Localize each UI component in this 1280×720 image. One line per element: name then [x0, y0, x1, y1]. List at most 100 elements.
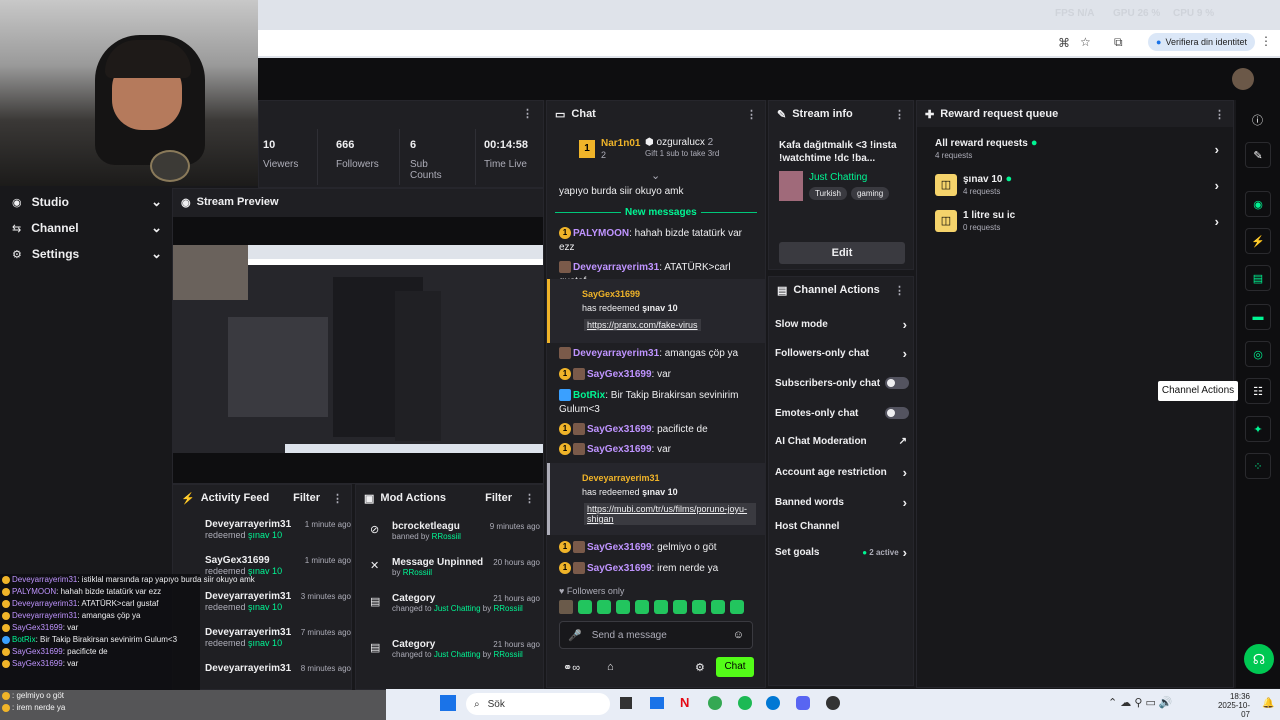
left-sidebar: ◉ Studio ⌄ ⇆ Channel ⌄ ⚙ Settings ⌄: [0, 186, 172, 566]
sidebar-item-channel[interactable]: ⇆ Channel ⌄: [12, 218, 162, 238]
chat-message: 1 SayGex31699: var: [559, 443, 759, 457]
channel-actions-icon[interactable]: ☷: [1245, 378, 1271, 404]
all-reward-requests[interactable]: All reward requests ● 4 requests ›: [935, 137, 1219, 161]
edge-icon[interactable]: [766, 696, 780, 710]
channel-actions-panel: ▤ Channel Actions ⋮ Slow mode › Followers-o…: [768, 276, 914, 686]
windows-start-icon[interactable]: [440, 695, 456, 711]
set-goals-item[interactable]: Set goals ● 2 active ›: [775, 545, 907, 560]
extensions-icon[interactable]: ⧉: [1114, 35, 1123, 50]
chat-input[interactable]: 🎤 Send a message ☺: [559, 621, 753, 649]
address-bar[interactable]: [258, 30, 1280, 56]
chat-overlay: Deveyarrayerim31: istiklal marsında rap …: [0, 574, 255, 690]
activity-menu-icon[interactable]: ⋮: [332, 492, 343, 505]
stream-info-panel: ✎ Stream info ⋮ Kafa dağıtmalık <3 !insta …: [768, 100, 914, 270]
slow-mode-item[interactable]: Slow mode ›: [775, 317, 907, 332]
banned-words-item[interactable]: Banned words ›: [775, 495, 907, 510]
emote-bar[interactable]: [559, 600, 744, 614]
mod-actions-panel: ▣ Mod Actions Filter ⋮ ⊘ bcrocketleagu 9 minu…: [355, 484, 544, 690]
stats-menu-icon[interactable]: ⋮: [522, 107, 533, 120]
chat-link[interactable]: https://mubi.com/tr/us/films/poruno-joyu…: [584, 503, 756, 525]
stat-subs: 6 Sub Counts: [410, 139, 442, 181]
store-icon[interactable]: ⌂: [607, 661, 614, 673]
obs-icon[interactable]: [826, 696, 840, 710]
category-icon: ▤: [370, 596, 381, 608]
star-icon[interactable]: ☆: [1080, 35, 1091, 49]
mod-menu-icon[interactable]: ⋮: [524, 492, 535, 505]
actions-icon: ▤: [777, 284, 788, 297]
sidebar-item-studio[interactable]: ◉ Studio ⌄: [12, 192, 162, 212]
gear-icon[interactable]: ⚙: [695, 661, 705, 674]
gear-icon: ⚙: [12, 248, 22, 261]
task-view-icon[interactable]: [620, 697, 632, 709]
mic-icon[interactable]: 🎤: [568, 629, 582, 642]
activity-filter-button[interactable]: Filter: [293, 492, 320, 504]
category-thumbnail: [779, 171, 803, 201]
subscribers-only-item[interactable]: Subscribers-only chat: [775, 377, 909, 389]
reward-icon: ✚: [925, 108, 935, 121]
channel-actions-menu-icon[interactable]: ⋮: [894, 284, 905, 297]
chat-message: 1 SayGex31699: gelmiyo o göt: [559, 541, 759, 555]
ai-moderation-item[interactable]: AI Chat Moderation ↗: [775, 436, 907, 447]
chevron-down-icon: ⌄: [151, 246, 162, 261]
mod-filter-button[interactable]: Filter: [485, 492, 512, 504]
nodes-icon[interactable]: ⁘: [1245, 453, 1271, 479]
reward-item[interactable]: ◫ 1 litre su ic 0 requests ›: [935, 209, 1219, 233]
chat-send-button[interactable]: Chat: [716, 657, 754, 677]
explorer-icon[interactable]: [650, 697, 664, 709]
subscribers-only-toggle[interactable]: [885, 377, 909, 389]
reward-menu-icon[interactable]: ⋮: [1214, 108, 1225, 121]
link-icon[interactable]: ⚭∞: [563, 661, 580, 674]
chrome-icon[interactable]: [708, 696, 722, 710]
list-item: Deveyarrayerim31 1 minute ago redeemed şın…: [205, 519, 351, 540]
clipboard-icon[interactable]: ▤: [1245, 265, 1271, 291]
sidebar-item-settings[interactable]: ⚙ Settings ⌄: [12, 244, 162, 264]
chat-menu-icon[interactable]: ⋮: [746, 108, 757, 121]
notification-icon[interactable]: 🔔: [1262, 698, 1274, 709]
record-icon[interactable]: ◉: [1245, 191, 1271, 217]
stats-panel: ⋮ 10 Viewers 666 Followers 6 Sub Counts 00:…: [258, 100, 544, 188]
leaderboard-first: 1 Nar1n01 2: [579, 137, 640, 161]
tray-icons[interactable]: ⌃ ☁ ⚲ ▭ 🔊: [1108, 696, 1173, 709]
video-player[interactable]: [173, 217, 543, 483]
clock[interactable]: 18:36 2025-10-07: [1210, 692, 1250, 719]
list-item: Deveyarrayerim31 8 minutes ago: [205, 663, 351, 674]
wrench-icon[interactable]: ✦: [1245, 416, 1271, 442]
discord-icon[interactable]: [796, 696, 810, 710]
list-item: SayGex31699 1 minute ago redeemed şınav 10: [205, 555, 351, 576]
activity-icon: ⚡: [181, 492, 195, 505]
verify-identity-button[interactable]: ● Verifiera din identitet: [1148, 33, 1255, 51]
collapse-icon[interactable]: ⌄: [651, 169, 660, 182]
gpu-readout: GPU 26 %: [1113, 8, 1161, 19]
headset-icon[interactable]: ☊: [1244, 644, 1274, 674]
bolt-icon[interactable]: ⚡: [1245, 228, 1271, 254]
chat-message: Deveyarrayerim31: amangas çöp ya: [559, 347, 759, 361]
chat-overlay-faded: : gelmiyo o göt : irem nerde ya: [0, 690, 386, 720]
chat-link[interactable]: https://pranx.com/fake-virus: [584, 319, 701, 331]
chat-message: 1 PALYMOON: hahah bizde tatatürk var ezz: [559, 227, 742, 253]
chat-message: 1 SayGex31699: var: [559, 368, 759, 382]
netflix-icon[interactable]: N: [680, 695, 689, 710]
edit-button[interactable]: Edit: [779, 242, 905, 264]
browser-menu-icon[interactable]: ⋮: [1260, 34, 1272, 48]
taskbar-search[interactable]: ⌕ Sök: [466, 693, 610, 715]
host-channel-item[interactable]: Host Channel: [775, 521, 839, 532]
translate-icon[interactable]: ⌘: [1058, 36, 1070, 50]
info-icon[interactable]: ⓘ: [1252, 112, 1263, 128]
followers-only-item[interactable]: Followers-only chat ›: [775, 346, 907, 361]
stream-info-menu-icon[interactable]: ⋮: [894, 108, 905, 121]
unpin-icon: ✕: [370, 560, 380, 572]
edit-icon[interactable]: ✎: [1245, 142, 1271, 168]
emotes-only-item[interactable]: Emotes-only chat: [775, 407, 909, 419]
emoji-icon[interactable]: ☺: [733, 629, 744, 641]
broadcast-icon[interactable]: ◎: [1245, 341, 1271, 367]
reward-item[interactable]: ◫ şınav 10 ● 4 requests ›: [935, 173, 1219, 197]
spotify-icon[interactable]: [738, 696, 752, 710]
avatar[interactable]: [1232, 68, 1254, 90]
preview-icon: ◉: [181, 196, 191, 209]
chevron-down-icon: ⌄: [151, 220, 162, 235]
chat-bubble-icon[interactable]: ▬: [1245, 304, 1271, 330]
verify-icon: ●: [1156, 37, 1162, 47]
tag-list: Turkish gaming: [809, 187, 890, 200]
account-age-item[interactable]: Account age restriction ›: [775, 465, 907, 480]
emotes-only-toggle[interactable]: [885, 407, 909, 419]
